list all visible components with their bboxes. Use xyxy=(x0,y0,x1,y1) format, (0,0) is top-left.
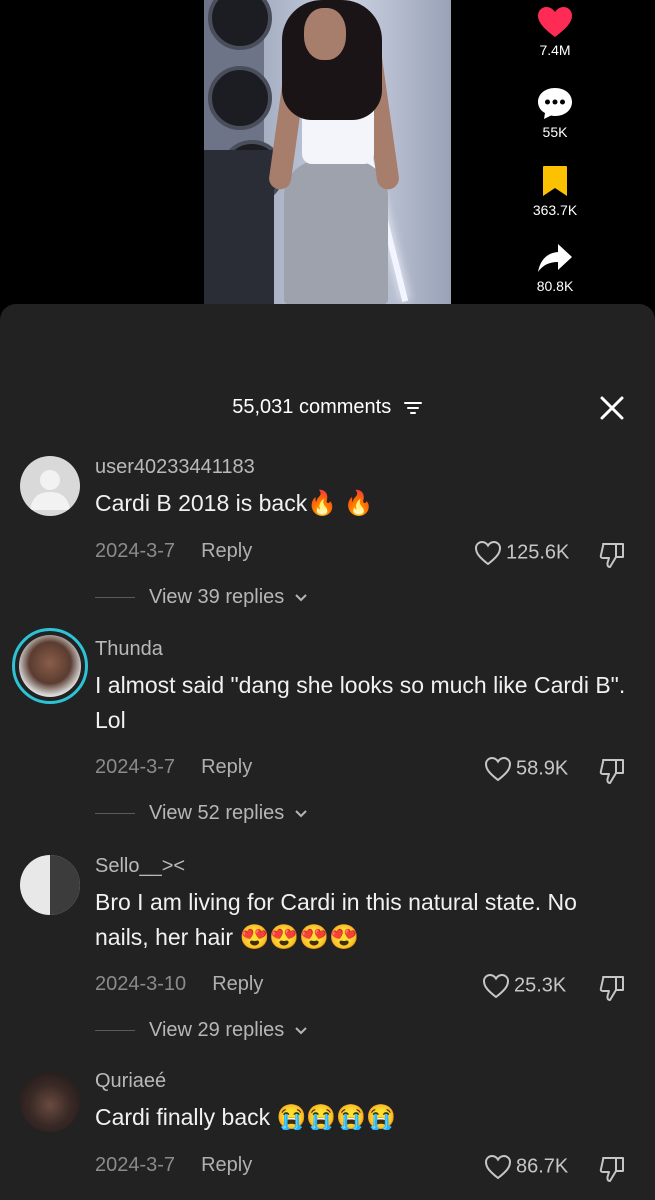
bookmark-icon xyxy=(543,166,567,196)
comments-sheet: 55,031 comments user40233441183 Cardi B … xyxy=(0,304,655,1200)
avatar[interactable] xyxy=(20,1072,80,1132)
comment-date: 2024-3-7 xyxy=(95,540,176,562)
heart-outline-icon xyxy=(474,540,502,566)
reply-button[interactable]: Reply xyxy=(201,1154,252,1176)
comment-date: 2024-3-10 xyxy=(95,973,187,995)
speaker xyxy=(208,66,272,130)
comment-item: Quriaeé Cardi finally back 😭😭😭😭 2024-3-7… xyxy=(0,1070,655,1200)
share-count: 80.8K xyxy=(536,278,574,294)
thumbs-down-icon[interactable] xyxy=(598,973,628,1003)
comment-username[interactable]: Quriaeé xyxy=(95,1070,166,1093)
thumbs-down-icon[interactable] xyxy=(598,756,628,786)
video-frame[interactable] xyxy=(204,0,451,304)
view-replies-label: View 52 replies xyxy=(149,802,285,824)
avatar-story-ring[interactable] xyxy=(12,628,88,704)
comment-text: Cardi B 2018 is back🔥 🔥 xyxy=(95,486,635,521)
comment-body: Cardi B 2018 is back xyxy=(95,490,308,516)
share-arrow-icon xyxy=(538,244,572,272)
share-action[interactable]: 80.8K xyxy=(515,242,595,294)
thumbs-down-icon[interactable] xyxy=(598,1154,628,1184)
avatar[interactable] xyxy=(20,456,80,516)
comment-emojis: 🔥 🔥 xyxy=(307,490,374,517)
comment-date: 2024-3-7 xyxy=(95,1154,176,1176)
comment-text: Cardi finally back 😭😭😭😭 xyxy=(95,1100,635,1135)
avatar[interactable] xyxy=(20,855,80,915)
like-count: 25.3K xyxy=(514,974,567,997)
heart-icon xyxy=(538,7,572,37)
sort-filter-icon[interactable] xyxy=(403,400,423,416)
comment-item: user40233441183 Cardi B 2018 is back🔥 🔥 … xyxy=(0,456,655,616)
comment-item: Thunda I almost said "dang she looks so … xyxy=(0,628,655,828)
save-count: 363.7K xyxy=(532,202,578,218)
default-avatar-icon xyxy=(30,470,70,510)
comment-meta: 2024-3-10 Reply xyxy=(95,973,263,996)
comment-action[interactable]: 55K xyxy=(515,86,595,140)
view-replies-label: View 39 replies xyxy=(149,586,285,608)
reply-button[interactable]: Reply xyxy=(201,756,252,778)
chevron-down-icon xyxy=(295,810,307,818)
video-figure-pants xyxy=(284,160,388,304)
heart-outline-icon xyxy=(484,1154,512,1180)
comment-body: I almost said "dang she looks so much li… xyxy=(95,672,626,733)
comment-emojis: 😍😍😍😍 xyxy=(239,924,359,951)
divider-line xyxy=(95,813,135,815)
comment-emojis: 😭😭😭😭 xyxy=(276,1104,397,1131)
like-button[interactable]: 125.6K xyxy=(474,540,569,566)
comments-title: 55,031 comments xyxy=(0,396,655,419)
reply-button[interactable]: Reply xyxy=(201,540,252,562)
reply-button[interactable]: Reply xyxy=(212,973,263,995)
view-replies-button[interactable]: View 29 replies xyxy=(95,1019,308,1042)
video-figure-face xyxy=(304,8,346,60)
save-action[interactable]: 363.7K xyxy=(515,164,595,218)
like-action[interactable]: 7.4M xyxy=(515,6,595,58)
heart-outline-icon xyxy=(484,756,512,782)
comments-header: 55,031 comments xyxy=(0,392,655,426)
like-count: 125.6K xyxy=(506,541,570,564)
comment-username[interactable]: Sello__>< xyxy=(95,855,185,878)
close-icon[interactable] xyxy=(598,394,626,422)
comment-username[interactable]: Thunda xyxy=(95,638,163,661)
chevron-down-icon xyxy=(295,1027,307,1035)
like-button[interactable]: 86.7K xyxy=(484,1154,568,1180)
comment-text: Bro I am living for Cardi in this natura… xyxy=(95,885,635,955)
divider-line xyxy=(95,597,135,599)
comment-total: 55,031 comments xyxy=(232,396,392,418)
comment-count-badge: 55K xyxy=(542,124,568,140)
comment-username[interactable]: user40233441183 xyxy=(95,456,255,479)
like-button[interactable]: 25.3K xyxy=(482,973,566,999)
chevron-down-icon xyxy=(295,594,307,602)
comment-date: 2024-3-7 xyxy=(95,756,176,778)
comment-item: Sello__>< Bro I am living for Cardi in t… xyxy=(0,855,655,1045)
heart-outline-icon xyxy=(482,973,510,999)
divider-line xyxy=(95,1030,135,1032)
like-button[interactable]: 58.9K xyxy=(484,756,568,782)
like-count: 58.9K xyxy=(516,757,569,780)
avatar xyxy=(19,635,81,697)
comment-bubble-icon xyxy=(538,88,572,119)
video-desk xyxy=(204,150,274,304)
avatar-dark-half xyxy=(50,855,80,915)
comment-meta: 2024-3-7 Reply xyxy=(95,540,252,563)
like-count: 86.7K xyxy=(516,1155,569,1178)
thumbs-down-icon[interactable] xyxy=(598,540,628,570)
view-replies-button[interactable]: View 52 replies xyxy=(95,802,308,825)
view-replies-button[interactable]: View 39 replies xyxy=(95,586,308,609)
like-count: 7.4M xyxy=(539,42,571,58)
comment-meta: 2024-3-7 Reply xyxy=(95,1154,252,1177)
view-replies-label: View 29 replies xyxy=(149,1019,285,1041)
comment-body: Cardi finally back xyxy=(95,1104,271,1130)
comment-meta: 2024-3-7 Reply xyxy=(95,756,252,779)
video-area[interactable]: 7.4M 55K 363.7K 80.8K xyxy=(0,0,655,330)
